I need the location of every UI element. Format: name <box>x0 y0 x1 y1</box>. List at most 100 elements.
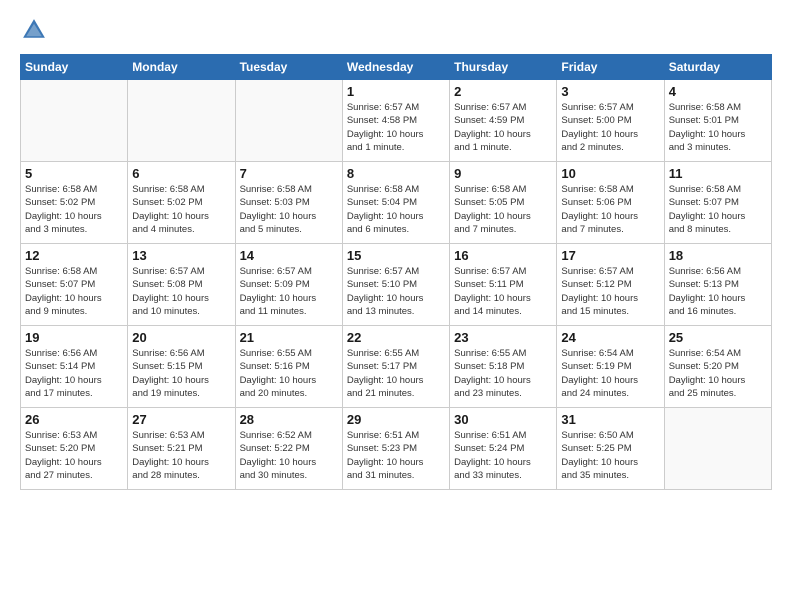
day-cell-17: 17Sunrise: 6:57 AM Sunset: 5:12 PM Dayli… <box>557 244 664 326</box>
day-number: 8 <box>347 166 445 181</box>
day-info: Sunrise: 6:58 AM Sunset: 5:02 PM Dayligh… <box>132 183 230 236</box>
day-cell-1: 1 Sunrise: 6:57 AM Sunset: 4:58 PM Daylig… <box>342 80 449 162</box>
day-info: Sunrise: 6:56 AM Sunset: 5:15 PM Dayligh… <box>132 347 230 400</box>
day-info: Sunrise: 6:54 AM Sunset: 5:19 PM Dayligh… <box>561 347 659 400</box>
empty-cell <box>235 80 342 162</box>
day-number: 31 <box>561 412 659 427</box>
day-number: 10 <box>561 166 659 181</box>
day-number: 6 <box>132 166 230 181</box>
day-cell-10: 10 Sunrise: 6:58 AM Sunset: 5:06 PM Dayli… <box>557 162 664 244</box>
empty-cell <box>664 408 771 490</box>
day-info: Sunrise: 6:57 AM Sunset: 5:00 PM Dayligh… <box>561 101 659 154</box>
day-number: 24 <box>561 330 659 345</box>
day-cell-29: 29 Sunrise: 6:51 AM Sunset: 5:23 PM Dayli… <box>342 408 449 490</box>
day-number: 14 <box>240 248 338 263</box>
day-cell-2: 2 Sunrise: 6:57 AM Sunset: 4:59 PM Daylig… <box>450 80 557 162</box>
day-number: 26 <box>25 412 123 427</box>
day-info: Sunrise: 6:57 AM Sunset: 5:09 PM Dayligh… <box>240 265 338 318</box>
logo-icon <box>20 16 48 44</box>
day-cell-30: 30Sunrise: 6:51 AM Sunset: 5:24 PM Dayli… <box>450 408 557 490</box>
day-info: Sunrise: 6:53 AM Sunset: 5:20 PM Dayligh… <box>25 429 123 482</box>
day-number: 29 <box>347 412 445 427</box>
day-info: Sunrise: 6:51 AM Sunset: 5:23 PM Dayligh… <box>347 429 445 482</box>
day-number: 11 <box>669 166 767 181</box>
day-number: 19 <box>25 330 123 345</box>
day-info: Sunrise: 6:57 AM Sunset: 4:59 PM Dayligh… <box>454 101 552 154</box>
day-number: 7 <box>240 166 338 181</box>
day-info: Sunrise: 6:57 AM Sunset: 4:58 PM Dayligh… <box>347 101 445 154</box>
day-number: 28 <box>240 412 338 427</box>
day-info: Sunrise: 6:54 AM Sunset: 5:20 PM Dayligh… <box>669 347 767 400</box>
day-info: Sunrise: 6:58 AM Sunset: 5:04 PM Dayligh… <box>347 183 445 236</box>
day-info: Sunrise: 6:53 AM Sunset: 5:21 PM Dayligh… <box>132 429 230 482</box>
day-cell-25: 25Sunrise: 6:54 AM Sunset: 5:20 PM Dayli… <box>664 326 771 408</box>
day-info: Sunrise: 6:58 AM Sunset: 5:05 PM Dayligh… <box>454 183 552 236</box>
day-info: Sunrise: 6:56 AM Sunset: 5:13 PM Dayligh… <box>669 265 767 318</box>
day-cell-15: 15Sunrise: 6:57 AM Sunset: 5:10 PM Dayli… <box>342 244 449 326</box>
day-number: 13 <box>132 248 230 263</box>
day-cell-8: 8 Sunrise: 6:58 AM Sunset: 5:04 PM Daylig… <box>342 162 449 244</box>
day-number: 20 <box>132 330 230 345</box>
week-row-1: 1 Sunrise: 6:57 AM Sunset: 4:58 PM Daylig… <box>21 80 772 162</box>
day-number: 5 <box>25 166 123 181</box>
day-cell-31: 31 Sunrise: 6:50 AM Sunset: 5:25 PM Dayli… <box>557 408 664 490</box>
day-info: Sunrise: 6:57 AM Sunset: 5:11 PM Dayligh… <box>454 265 552 318</box>
day-cell-13: 13 Sunrise: 6:57 AM Sunset: 5:08 PM Dayli… <box>128 244 235 326</box>
day-info: Sunrise: 6:58 AM Sunset: 5:07 PM Dayligh… <box>25 265 123 318</box>
day-cell-27: 27Sunrise: 6:53 AM Sunset: 5:21 PM Dayli… <box>128 408 235 490</box>
day-cell-14: 14 Sunrise: 6:57 AM Sunset: 5:09 PM Dayli… <box>235 244 342 326</box>
day-info: Sunrise: 6:58 AM Sunset: 5:02 PM Dayligh… <box>25 183 123 236</box>
header <box>20 16 772 44</box>
day-info: Sunrise: 6:57 AM Sunset: 5:08 PM Dayligh… <box>132 265 230 318</box>
day-info: Sunrise: 6:50 AM Sunset: 5:25 PM Dayligh… <box>561 429 659 482</box>
day-cell-23: 23Sunrise: 6:55 AM Sunset: 5:18 PM Dayli… <box>450 326 557 408</box>
day-number: 21 <box>240 330 338 345</box>
weekday-header-sunday: Sunday <box>21 55 128 80</box>
weekday-header-thursday: Thursday <box>450 55 557 80</box>
week-row-5: 26 Sunrise: 6:53 AM Sunset: 5:20 PM Dayli… <box>21 408 772 490</box>
empty-cell <box>21 80 128 162</box>
day-cell-7: 7 Sunrise: 6:58 AM Sunset: 5:03 PM Daylig… <box>235 162 342 244</box>
day-info: Sunrise: 6:58 AM Sunset: 5:07 PM Dayligh… <box>669 183 767 236</box>
weekday-header-saturday: Saturday <box>664 55 771 80</box>
calendar-table: SundayMondayTuesdayWednesdayThursdayFrid… <box>20 54 772 490</box>
day-cell-18: 18 Sunrise: 6:56 AM Sunset: 5:13 PM Dayli… <box>664 244 771 326</box>
day-cell-21: 21 Sunrise: 6:55 AM Sunset: 5:16 PM Dayli… <box>235 326 342 408</box>
day-cell-22: 22Sunrise: 6:55 AM Sunset: 5:17 PM Dayli… <box>342 326 449 408</box>
day-info: Sunrise: 6:55 AM Sunset: 5:16 PM Dayligh… <box>240 347 338 400</box>
day-info: Sunrise: 6:58 AM Sunset: 5:06 PM Dayligh… <box>561 183 659 236</box>
day-info: Sunrise: 6:55 AM Sunset: 5:17 PM Dayligh… <box>347 347 445 400</box>
day-info: Sunrise: 6:58 AM Sunset: 5:01 PM Dayligh… <box>669 101 767 154</box>
day-number: 15 <box>347 248 445 263</box>
day-info: Sunrise: 6:52 AM Sunset: 5:22 PM Dayligh… <box>240 429 338 482</box>
week-row-2: 5 Sunrise: 6:58 AM Sunset: 5:02 PM Daylig… <box>21 162 772 244</box>
day-cell-5: 5 Sunrise: 6:58 AM Sunset: 5:02 PM Daylig… <box>21 162 128 244</box>
day-number: 16 <box>454 248 552 263</box>
empty-cell <box>128 80 235 162</box>
page: SundayMondayTuesdayWednesdayThursdayFrid… <box>0 0 792 612</box>
day-info: Sunrise: 6:56 AM Sunset: 5:14 PM Dayligh… <box>25 347 123 400</box>
day-number: 4 <box>669 84 767 99</box>
day-cell-26: 26 Sunrise: 6:53 AM Sunset: 5:20 PM Dayli… <box>21 408 128 490</box>
day-cell-9: 9Sunrise: 6:58 AM Sunset: 5:05 PM Daylig… <box>450 162 557 244</box>
week-row-3: 12Sunrise: 6:58 AM Sunset: 5:07 PM Dayli… <box>21 244 772 326</box>
day-info: Sunrise: 6:58 AM Sunset: 5:03 PM Dayligh… <box>240 183 338 236</box>
day-cell-19: 19 Sunrise: 6:56 AM Sunset: 5:14 PM Dayli… <box>21 326 128 408</box>
day-cell-11: 11 Sunrise: 6:58 AM Sunset: 5:07 PM Dayli… <box>664 162 771 244</box>
day-cell-4: 4 Sunrise: 6:58 AM Sunset: 5:01 PM Daylig… <box>664 80 771 162</box>
day-number: 18 <box>669 248 767 263</box>
week-row-4: 19 Sunrise: 6:56 AM Sunset: 5:14 PM Dayli… <box>21 326 772 408</box>
weekday-header-wednesday: Wednesday <box>342 55 449 80</box>
day-number: 3 <box>561 84 659 99</box>
day-info: Sunrise: 6:55 AM Sunset: 5:18 PM Dayligh… <box>454 347 552 400</box>
day-info: Sunrise: 6:51 AM Sunset: 5:24 PM Dayligh… <box>454 429 552 482</box>
day-cell-28: 28 Sunrise: 6:52 AM Sunset: 5:22 PM Dayli… <box>235 408 342 490</box>
day-number: 1 <box>347 84 445 99</box>
day-cell-24: 24 Sunrise: 6:54 AM Sunset: 5:19 PM Dayli… <box>557 326 664 408</box>
day-cell-20: 20 Sunrise: 6:56 AM Sunset: 5:15 PM Dayli… <box>128 326 235 408</box>
day-number: 2 <box>454 84 552 99</box>
day-cell-3: 3 Sunrise: 6:57 AM Sunset: 5:00 PM Daylig… <box>557 80 664 162</box>
day-cell-6: 6 Sunrise: 6:58 AM Sunset: 5:02 PM Daylig… <box>128 162 235 244</box>
weekday-header-friday: Friday <box>557 55 664 80</box>
weekday-header-monday: Monday <box>128 55 235 80</box>
